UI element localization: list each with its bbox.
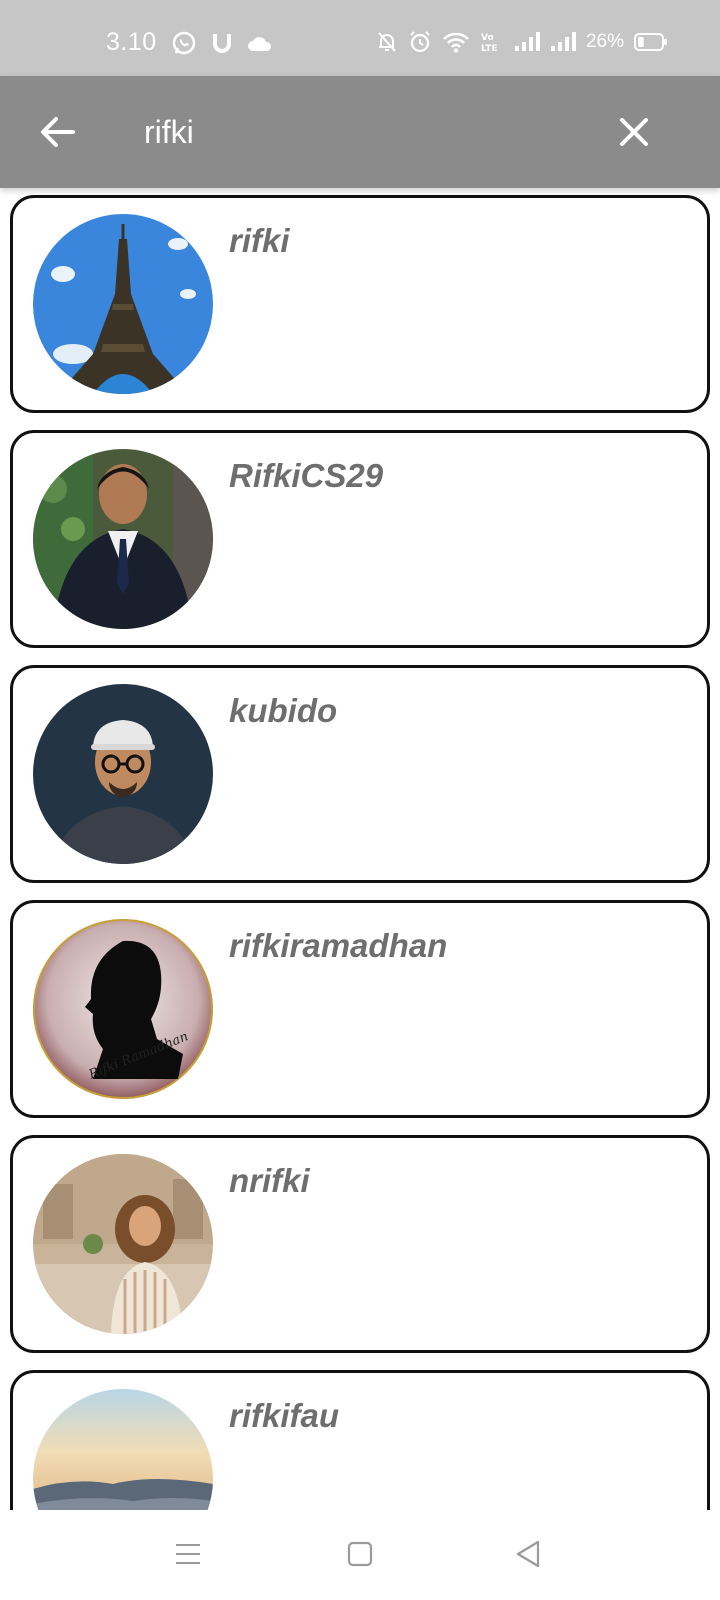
avatar[interactable] [33, 214, 213, 394]
clear-search-button[interactable] [606, 104, 662, 160]
home-button[interactable] [340, 1534, 380, 1574]
list-item[interactable]: nrifki [10, 1135, 710, 1353]
cloud-icon [247, 34, 273, 52]
recent-apps-button[interactable] [168, 1534, 208, 1574]
username: RifkiCS29 [229, 457, 384, 494]
status-left-group: 3.10 [106, 28, 273, 57]
username: rifki [229, 222, 290, 259]
silhouette-logo: Rifki Ramadhan [33, 919, 213, 1099]
avatar[interactable] [33, 1154, 213, 1334]
username: nrifki [229, 1162, 310, 1199]
alarm-icon [408, 30, 432, 54]
status-right-group: Vo LTE 26% [376, 30, 668, 54]
volte-icon: Vo LTE [480, 31, 504, 53]
list-item[interactable]: Rifki Ramadhan rifkiramadhan [10, 900, 710, 1118]
list-item[interactable]: rifki [10, 195, 710, 413]
svg-text:Vo: Vo [481, 33, 494, 43]
menu-icon [174, 1542, 202, 1566]
system-nav-bar [0, 1510, 720, 1600]
man-with-cap-photo [33, 684, 213, 864]
home-square-icon [347, 1541, 373, 1567]
avatar[interactable]: Rifki Ramadhan [33, 919, 213, 1099]
avatar[interactable] [33, 1389, 213, 1510]
search-app-bar [0, 76, 720, 188]
username: rifkifau [229, 1397, 340, 1434]
wifi-icon [442, 31, 470, 53]
battery-icon [634, 32, 668, 52]
back-button[interactable] [30, 104, 86, 160]
man-in-suit-photo [33, 449, 213, 629]
list-item[interactable]: rifkifau [10, 1370, 710, 1510]
avatar[interactable] [33, 684, 213, 864]
whatsapp-icon [171, 30, 197, 56]
signal-icon [550, 32, 576, 52]
landscape-photo [33, 1389, 213, 1510]
battery-percent: 26% [585, 31, 624, 52]
list-item[interactable]: RifkiCS29 [10, 430, 710, 648]
username: rifkiramadhan [229, 927, 448, 964]
close-icon [619, 117, 649, 147]
svg-text:LTE: LTE [481, 44, 498, 53]
status-time: 3.10 [106, 28, 157, 56]
username: kubido [229, 692, 338, 729]
bell-off-icon [376, 30, 398, 54]
woman-photo [33, 1154, 213, 1334]
arrow-left-icon [40, 116, 76, 148]
signal-icon [514, 32, 540, 52]
u-app-icon [211, 31, 233, 55]
system-back-button[interactable] [508, 1534, 548, 1574]
avatar[interactable] [33, 449, 213, 629]
back-triangle-icon [515, 1540, 541, 1568]
eiffel-tower-photo [33, 214, 213, 394]
search-results-list: rifki RifkiCS29 kubido Rifki Ramadhan ri… [0, 188, 720, 1510]
status-bar: 3.10 Vo LTE 26% [0, 0, 720, 76]
search-input[interactable] [144, 106, 564, 158]
list-item[interactable]: kubido [10, 665, 710, 883]
